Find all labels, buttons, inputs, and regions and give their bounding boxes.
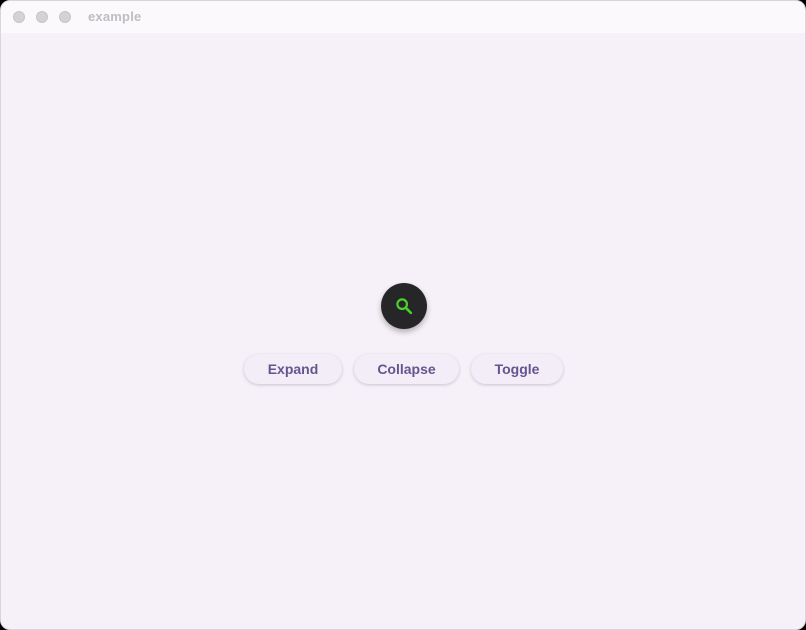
window-title: example: [88, 9, 142, 24]
search-icon: [396, 298, 413, 315]
close-window-button[interactable]: [13, 11, 25, 23]
toggle-button[interactable]: Toggle: [471, 354, 563, 384]
collapse-button[interactable]: Collapse: [354, 354, 459, 384]
maximize-window-button[interactable]: [59, 11, 71, 23]
search-fab-button[interactable]: [381, 283, 427, 329]
main-content: [1, 33, 805, 629]
app-window: example Expand Collapse Toggle: [0, 0, 806, 630]
minimize-window-button[interactable]: [36, 11, 48, 23]
expand-button[interactable]: Expand: [244, 354, 342, 384]
title-bar: example: [1, 1, 805, 33]
